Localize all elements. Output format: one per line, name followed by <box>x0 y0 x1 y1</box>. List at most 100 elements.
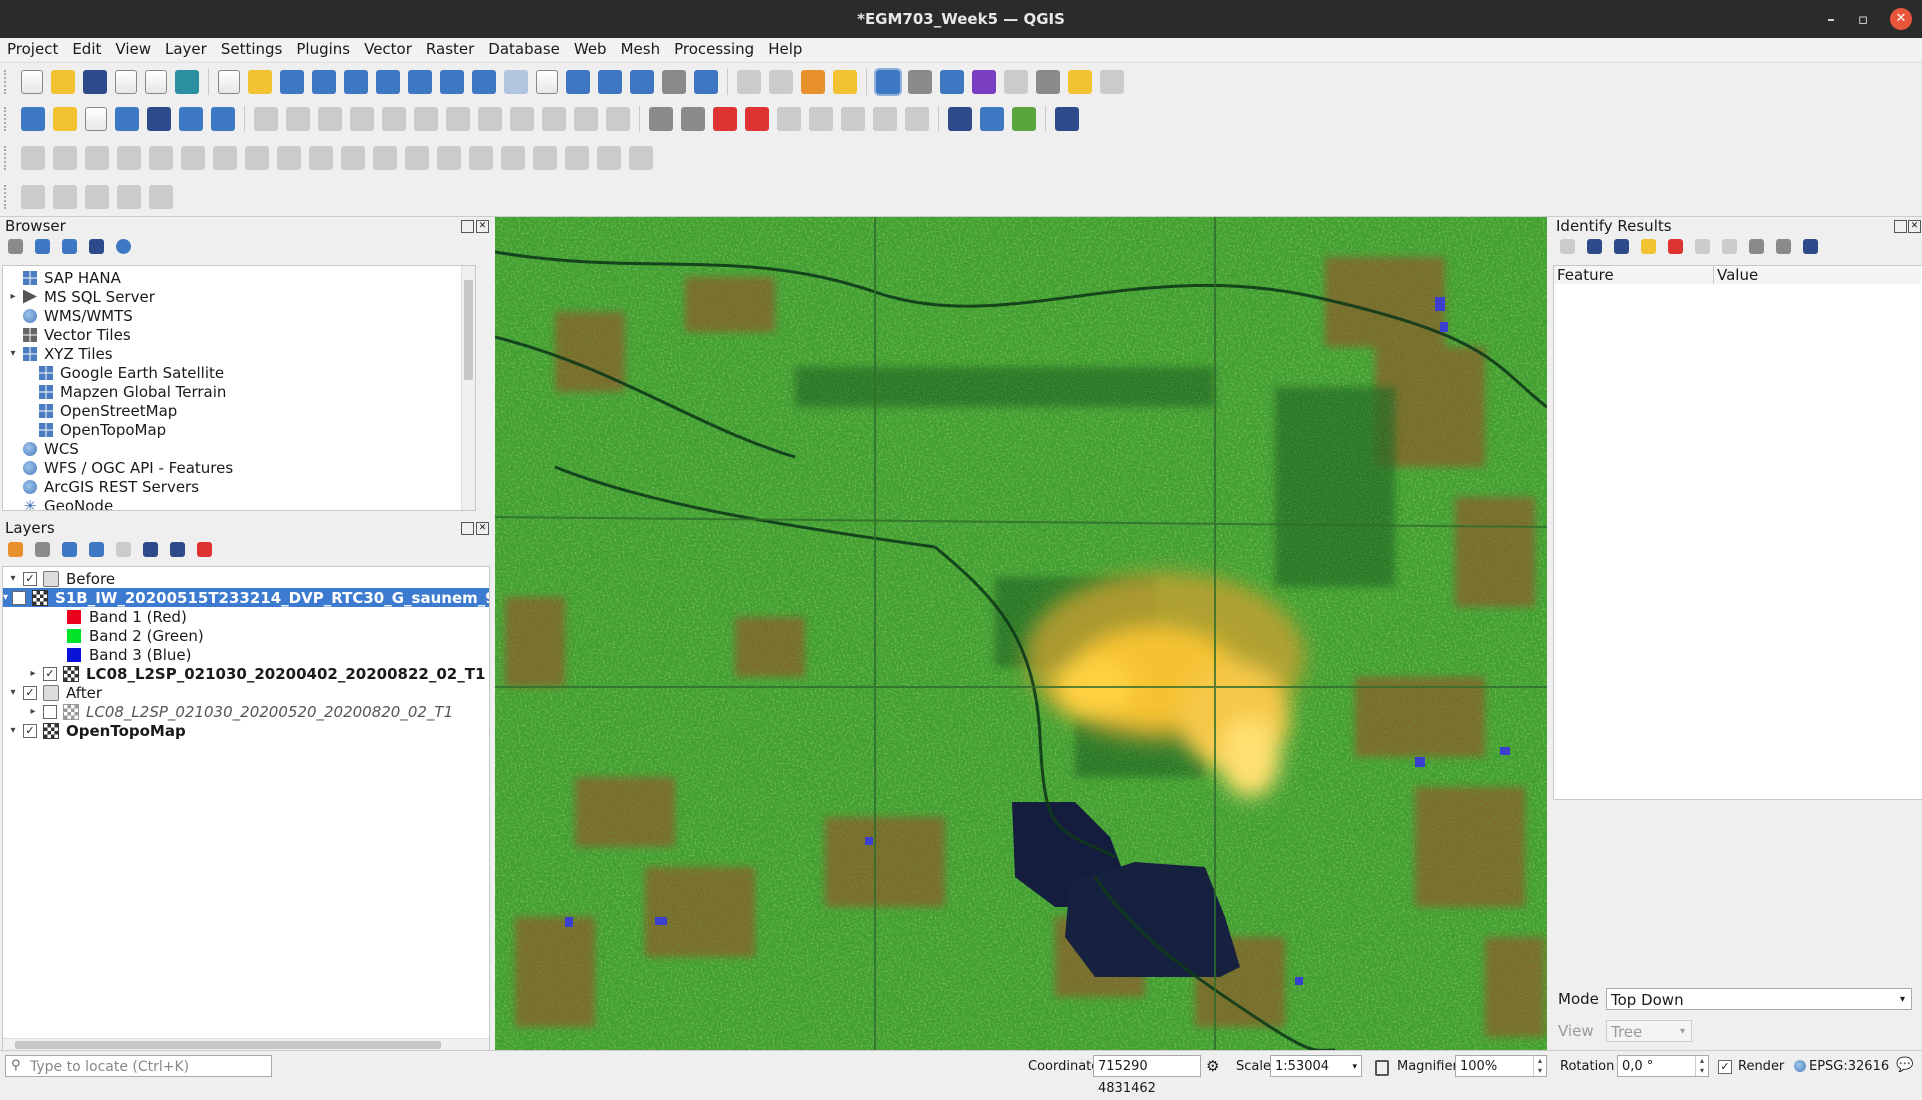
layer-lc08-after[interactable]: ▸ LC08_L2SP_021030_20200520_20200820_02_… <box>27 702 453 721</box>
add-wms-layer-icon[interactable] <box>179 106 203 131</box>
layer-visibility-checkbox[interactable]: ✓ <box>23 685 37 700</box>
diagram-tool-icon[interactable] <box>681 106 705 131</box>
float-panel-icon[interactable] <box>461 522 474 535</box>
expander[interactable]: ▾ <box>7 348 19 359</box>
view-select[interactable]: Tree ▾ <box>1606 1020 1692 1042</box>
browser-item-wms[interactable]: WMS/WMTS <box>7 306 133 325</box>
layer-visibility-checkbox[interactable]: ✓ <box>12 590 27 605</box>
toolbar-grip[interactable] <box>4 145 11 170</box>
close-icon[interactable]: ✕ <box>1890 8 1912 30</box>
new-project-icon[interactable] <box>21 70 43 94</box>
menu-layer[interactable]: Layer <box>158 40 214 58</box>
zoom-last-icon[interactable] <box>472 70 496 94</box>
browser-item-arcgis[interactable]: ArcGIS REST Servers <box>7 477 199 496</box>
add-postgis-layer-icon[interactable] <box>147 106 171 131</box>
new-print-layout-icon[interactable] <box>115 70 137 94</box>
menu-database[interactable]: Database <box>481 40 567 58</box>
reverse-line-icon[interactable] <box>437 145 461 170</box>
expand-new-results-icon[interactable] <box>1641 239 1656 254</box>
save-layer-edits-icon[interactable] <box>318 106 342 131</box>
select-by-radius-icon[interactable] <box>53 185 77 209</box>
expand-tree-icon[interactable] <box>1587 239 1602 254</box>
add-vector-layer-icon[interactable] <box>85 106 107 131</box>
new-3d-map-view-icon[interactable] <box>566 70 590 94</box>
measure-line-icon[interactable] <box>1036 70 1060 94</box>
collapse-all-icon[interactable] <box>170 542 185 557</box>
annotation-icon[interactable] <box>1100 70 1124 94</box>
render-checkbox[interactable]: ✓ <box>1718 1060 1732 1074</box>
scrollbar-thumb[interactable] <box>464 280 473 380</box>
offset-curve-icon[interactable] <box>405 145 429 170</box>
open-field-calculator-icon[interactable] <box>1004 70 1028 94</box>
collapse-all-icon[interactable] <box>89 239 104 254</box>
menu-project[interactable]: Project <box>0 40 65 58</box>
messages-icon[interactable]: 💬 <box>1896 1057 1913 1073</box>
highlight-pinned-labels-icon[interactable] <box>713 106 737 131</box>
save-project-icon[interactable] <box>83 70 107 94</box>
add-rectangle-icon[interactable] <box>85 145 109 170</box>
add-wfs-layer-icon[interactable] <box>211 106 235 131</box>
vertex-tool-icon[interactable] <box>382 106 406 131</box>
add-feature-icon[interactable] <box>350 106 374 131</box>
layer-s1b-raster[interactable]: ▾ ✓ S1B_IW_20200515T233214_DVP_RTC30_G_s… <box>3 588 489 607</box>
map-tips-icon[interactable] <box>1068 70 1092 94</box>
expander[interactable]: ▾ <box>3 592 8 603</box>
mode-select[interactable]: Top Down ▾ <box>1606 988 1912 1010</box>
browser-scrollbar[interactable] <box>461 266 475 510</box>
legend-band-1[interactable]: Band 1 (Red) <box>67 607 187 626</box>
delete-selected-icon[interactable] <box>446 106 470 131</box>
add-group-icon[interactable] <box>35 542 50 557</box>
expander[interactable]: ▾ <box>7 687 19 698</box>
layer-lc08-before[interactable]: ▸ ✓ LC08_L2SP_021030_20200402_20200822_0… <box>27 664 485 683</box>
layout-manager-icon[interactable] <box>145 70 167 94</box>
browser-item-wcs[interactable]: WCS <box>7 439 79 458</box>
float-panel-icon[interactable] <box>1894 220 1907 233</box>
pan-to-selection-icon[interactable] <box>248 70 272 94</box>
new-spatial-bookmark-icon[interactable] <box>598 70 622 94</box>
rotation-spinbox[interactable]: 0,0 ° ▴ ▾ <box>1617 1055 1709 1077</box>
zoom-to-layer-icon[interactable] <box>408 70 432 94</box>
cut-features-icon[interactable] <box>478 106 502 131</box>
show-hide-labels-icon[interactable] <box>809 106 833 131</box>
copy-features-icon[interactable] <box>510 106 534 131</box>
layer-visibility-checkbox[interactable]: ✓ <box>43 666 57 681</box>
select-features-icon[interactable] <box>737 70 761 94</box>
move-label-icon[interactable] <box>841 106 865 131</box>
paste-features-icon[interactable] <box>542 106 566 131</box>
merge-attributes-icon[interactable] <box>597 145 621 170</box>
toolbar-grip[interactable] <box>4 106 11 131</box>
toggle-extents-icon[interactable]: ⚙ <box>1206 1057 1219 1075</box>
menu-settings[interactable]: Settings <box>214 40 290 58</box>
add-circular-string-icon[interactable] <box>53 145 77 170</box>
expander[interactable]: ▾ <box>7 725 19 736</box>
spin-arrows-icon[interactable]: ▴ ▾ <box>1533 1056 1546 1076</box>
style-layer-icon[interactable] <box>8 542 23 557</box>
layer-group-before[interactable]: ▾ ✓ Before <box>7 569 115 588</box>
zoom-out-icon[interactable] <box>312 70 336 94</box>
map-canvas[interactable] <box>495 217 1547 1050</box>
crs-globe-icon[interactable] <box>1794 1060 1806 1072</box>
copy-feature-icon[interactable] <box>1695 239 1710 254</box>
browser-item-vector-tiles[interactable]: Vector Tiles <box>7 325 131 344</box>
add-selected-layers-icon[interactable] <box>8 239 23 254</box>
processing-toolbox-icon[interactable] <box>940 70 964 94</box>
add-ring-icon[interactable] <box>213 145 237 170</box>
trim-extend-icon[interactable] <box>469 145 493 170</box>
identify-features-icon[interactable] <box>874 68 902 96</box>
browser-item-opentopomap[interactable]: OpenTopoMap <box>23 420 166 439</box>
undo-icon[interactable] <box>574 106 598 131</box>
browser-item-mssql[interactable]: ▸ MS SQL Server <box>7 287 154 306</box>
split-parts-icon[interactable] <box>533 145 557 170</box>
help-icon[interactable] <box>1055 106 1079 131</box>
column-header-value[interactable]: Value <box>1714 266 1921 284</box>
python-console-icon[interactable] <box>980 106 1004 131</box>
layer-visibility-checkbox[interactable] <box>43 704 57 719</box>
pin-labels-icon[interactable] <box>777 106 801 131</box>
select-by-value-icon[interactable] <box>769 70 793 94</box>
zoom-native-icon[interactable] <box>440 70 464 94</box>
identify-help-icon[interactable] <box>1803 239 1818 254</box>
open-attribute-table-icon[interactable] <box>908 70 932 94</box>
browser-item-google-earth[interactable]: Google Earth Satellite <box>23 363 224 382</box>
reshape-features-icon[interactable] <box>373 145 397 170</box>
toggle-editing-icon[interactable] <box>286 106 310 131</box>
